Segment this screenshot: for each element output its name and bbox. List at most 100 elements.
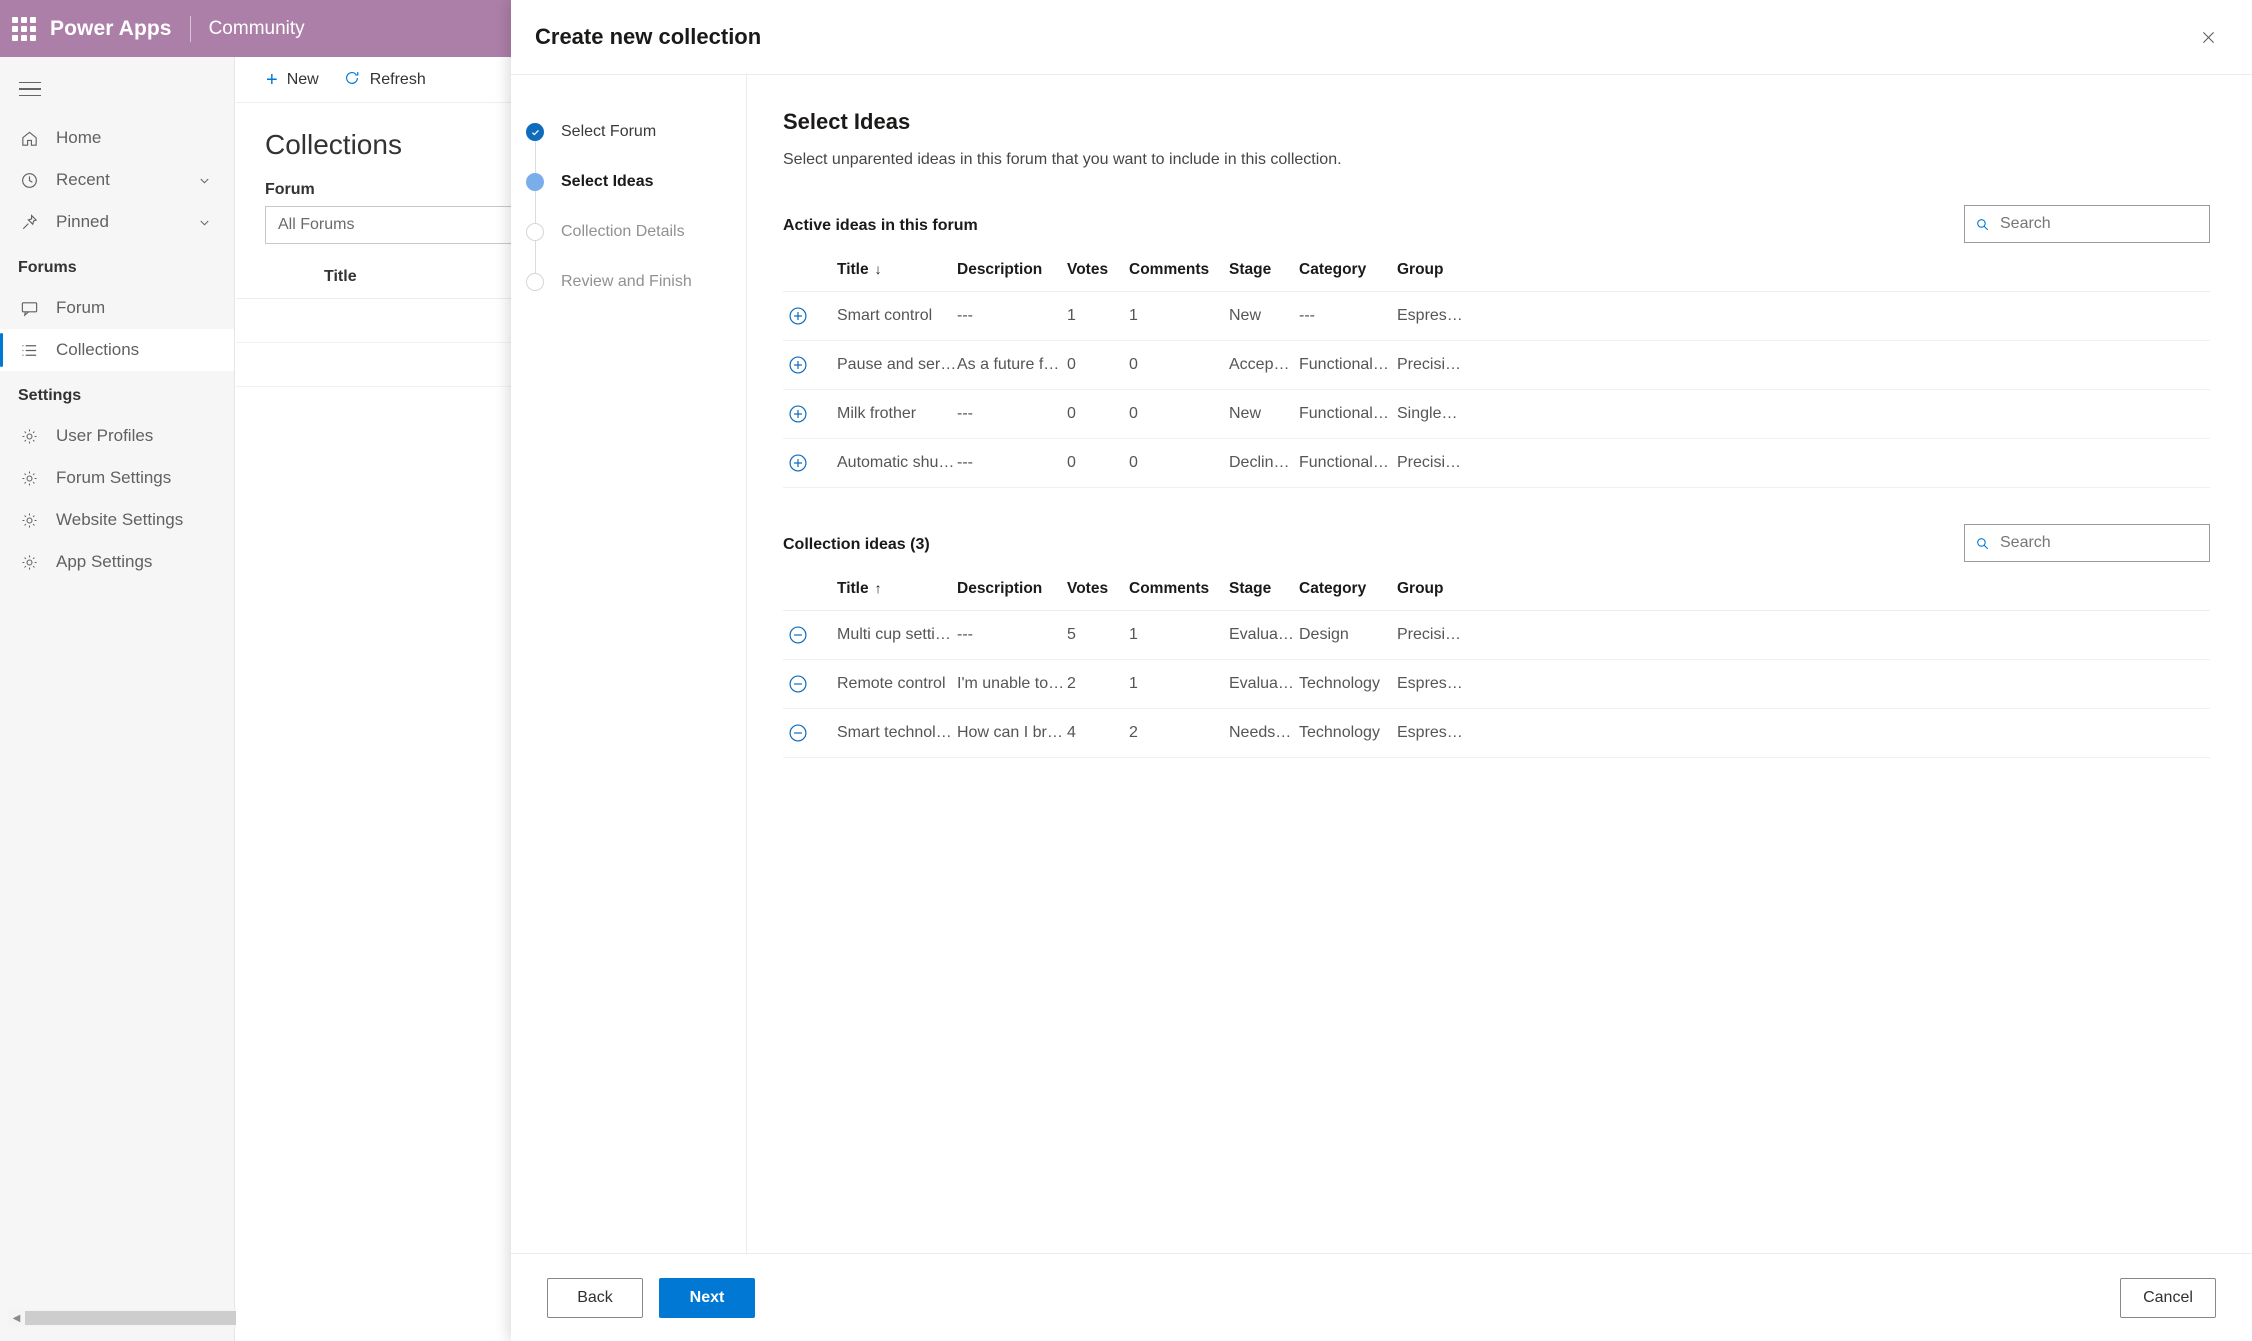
- cell-group: Espres…: [1397, 708, 2210, 758]
- active-ideas-section-header: Active ideas in this forum Search: [783, 205, 2210, 243]
- cell-category: Design: [1299, 610, 1397, 660]
- sort-arrow-icon: ↑: [874, 580, 882, 596]
- cell-category: Technology: [1299, 659, 1397, 709]
- circle-minus-icon[interactable]: [787, 673, 809, 695]
- circle-plus-icon[interactable]: [787, 305, 809, 327]
- cell-votes: 1: [1067, 291, 1129, 341]
- cell-category: Functional…: [1299, 389, 1397, 439]
- step-label: Review and Finish: [561, 273, 692, 290]
- circle-minus-icon[interactable]: [787, 722, 809, 744]
- remove-idea-button[interactable]: [783, 610, 837, 660]
- search-placeholder: Search: [2000, 534, 2051, 551]
- next-button[interactable]: Next: [659, 1277, 755, 1318]
- col-action: [783, 572, 837, 611]
- step-label: Select Forum: [561, 123, 657, 140]
- cell-comments: 0: [1129, 438, 1229, 488]
- cell-votes: 4: [1067, 708, 1129, 758]
- step-label: Collection Details: [561, 223, 685, 240]
- close-icon[interactable]: [2188, 17, 2228, 57]
- cell-description: ---: [957, 291, 1067, 341]
- cell-group: Precisi…: [1397, 610, 2210, 660]
- cell-description: ---: [957, 389, 1067, 439]
- step-review-and-finish[interactable]: Review and Finish: [511, 257, 746, 307]
- cell-title: Milk frother: [837, 389, 957, 439]
- back-button[interactable]: Back: [547, 1277, 643, 1318]
- cell-category: Technology: [1299, 708, 1397, 758]
- add-idea-button[interactable]: [783, 389, 837, 439]
- cell-description: ---: [957, 438, 1067, 488]
- col-votes[interactable]: Votes: [1067, 253, 1129, 292]
- search-icon: [1975, 217, 1990, 232]
- cancel-button[interactable]: Cancel: [2120, 1277, 2216, 1318]
- cell-votes: 0: [1067, 389, 1129, 439]
- table-row[interactable]: Smart control --- 1 1 New --- Espres…: [783, 291, 2210, 341]
- cell-group: Precisi…: [1397, 438, 2210, 488]
- cell-votes: 0: [1067, 340, 1129, 390]
- circle-minus-icon[interactable]: [787, 624, 809, 646]
- remove-idea-button[interactable]: [783, 659, 837, 709]
- cell-stage: Accep…: [1229, 340, 1299, 390]
- step-current-icon: [526, 173, 544, 191]
- cell-comments: 0: [1129, 340, 1229, 390]
- cell-comments: 2: [1129, 708, 1229, 758]
- col-stage[interactable]: Stage: [1229, 572, 1299, 611]
- collection-ideas-search-input[interactable]: Search: [1964, 524, 2210, 562]
- select-ideas-panel: Select Ideas Select unparented ideas in …: [747, 75, 2252, 1253]
- add-idea-button[interactable]: [783, 438, 837, 488]
- step-collection-details[interactable]: Collection Details: [511, 207, 746, 257]
- cell-comments: 0: [1129, 389, 1229, 439]
- col-group[interactable]: Group: [1397, 572, 2210, 611]
- step-select-forum[interactable]: Select Forum: [511, 107, 746, 157]
- dialog-body: Select Forum Select Ideas Collection Det…: [511, 74, 2252, 1253]
- cell-description: I'm unable to …: [957, 659, 1067, 709]
- col-title[interactable]: Title ↑: [837, 572, 957, 611]
- col-votes[interactable]: Votes: [1067, 572, 1129, 611]
- dialog-footer: Back Next Cancel: [511, 1253, 2252, 1341]
- table-row[interactable]: Milk frother --- 0 0 New Functional… Sin…: [783, 389, 2210, 439]
- table-row[interactable]: Remote control I'm unable to … 2 1 Evalu…: [783, 659, 2210, 709]
- table-row[interactable]: Automatic shu… --- 0 0 Declin… Functiona…: [783, 438, 2210, 488]
- table-header-row: Title ↑ Description Votes Comments Stage …: [783, 572, 2210, 611]
- table-row[interactable]: Smart technol… How can I bre… 4 2 Needs……: [783, 708, 2210, 758]
- active-ideas-table: Title ↓ Description Votes Comments Stage …: [783, 253, 2210, 488]
- circle-plus-icon[interactable]: [787, 403, 809, 425]
- cell-group: Single…: [1397, 389, 2210, 439]
- circle-plus-icon[interactable]: [787, 354, 809, 376]
- collection-ideas-section-header: Collection ideas (3) Search: [783, 524, 2210, 562]
- cell-votes: 0: [1067, 438, 1129, 488]
- cell-category: ---: [1299, 291, 1397, 341]
- col-stage[interactable]: Stage: [1229, 253, 1299, 292]
- step-select-ideas[interactable]: Select Ideas: [511, 157, 746, 207]
- table-row[interactable]: Multi cup setti… --- 5 1 Evalua… Design …: [783, 610, 2210, 660]
- add-idea-button[interactable]: [783, 340, 837, 390]
- table-row[interactable]: Pause and serve As a future fea… 0 0 Acc…: [783, 340, 2210, 390]
- cell-comments: 1: [1129, 610, 1229, 660]
- cell-description: How can I bre…: [957, 708, 1067, 758]
- cell-title: Smart technol…: [837, 708, 957, 758]
- panel-subtitle: Select unparented ideas in this forum th…: [783, 151, 1342, 168]
- cell-title: Pause and serve: [837, 340, 957, 390]
- panel-title: Select Ideas: [783, 109, 911, 134]
- col-group[interactable]: Group: [1397, 253, 2210, 292]
- col-category[interactable]: Category: [1299, 572, 1397, 611]
- collection-ideas-label: Collection ideas (3): [783, 536, 930, 553]
- col-category[interactable]: Category: [1299, 253, 1397, 292]
- active-ideas-tbody: Smart control --- 1 1 New --- Espres… Pa…: [783, 291, 2210, 488]
- add-idea-button[interactable]: [783, 291, 837, 341]
- active-ideas-label: Active ideas in this forum: [783, 217, 978, 234]
- cell-description: ---: [957, 610, 1067, 660]
- col-title[interactable]: Title ↓: [837, 253, 957, 292]
- wizard-stepper: Select Forum Select Ideas Collection Det…: [511, 75, 747, 1253]
- cell-stage: Evalua…: [1229, 659, 1299, 709]
- col-comments[interactable]: Comments: [1129, 572, 1229, 611]
- col-comments[interactable]: Comments: [1129, 253, 1229, 292]
- col-description[interactable]: Description: [957, 572, 1067, 611]
- col-description[interactable]: Description: [957, 253, 1067, 292]
- search-icon: [1975, 536, 1990, 551]
- cell-stage: Declin…: [1229, 438, 1299, 488]
- remove-idea-button[interactable]: [783, 708, 837, 758]
- active-ideas-search-input[interactable]: Search: [1964, 205, 2210, 243]
- cell-description: As a future fea…: [957, 340, 1067, 390]
- table-header-row: Title ↓ Description Votes Comments Stage …: [783, 253, 2210, 292]
- circle-plus-icon[interactable]: [787, 452, 809, 474]
